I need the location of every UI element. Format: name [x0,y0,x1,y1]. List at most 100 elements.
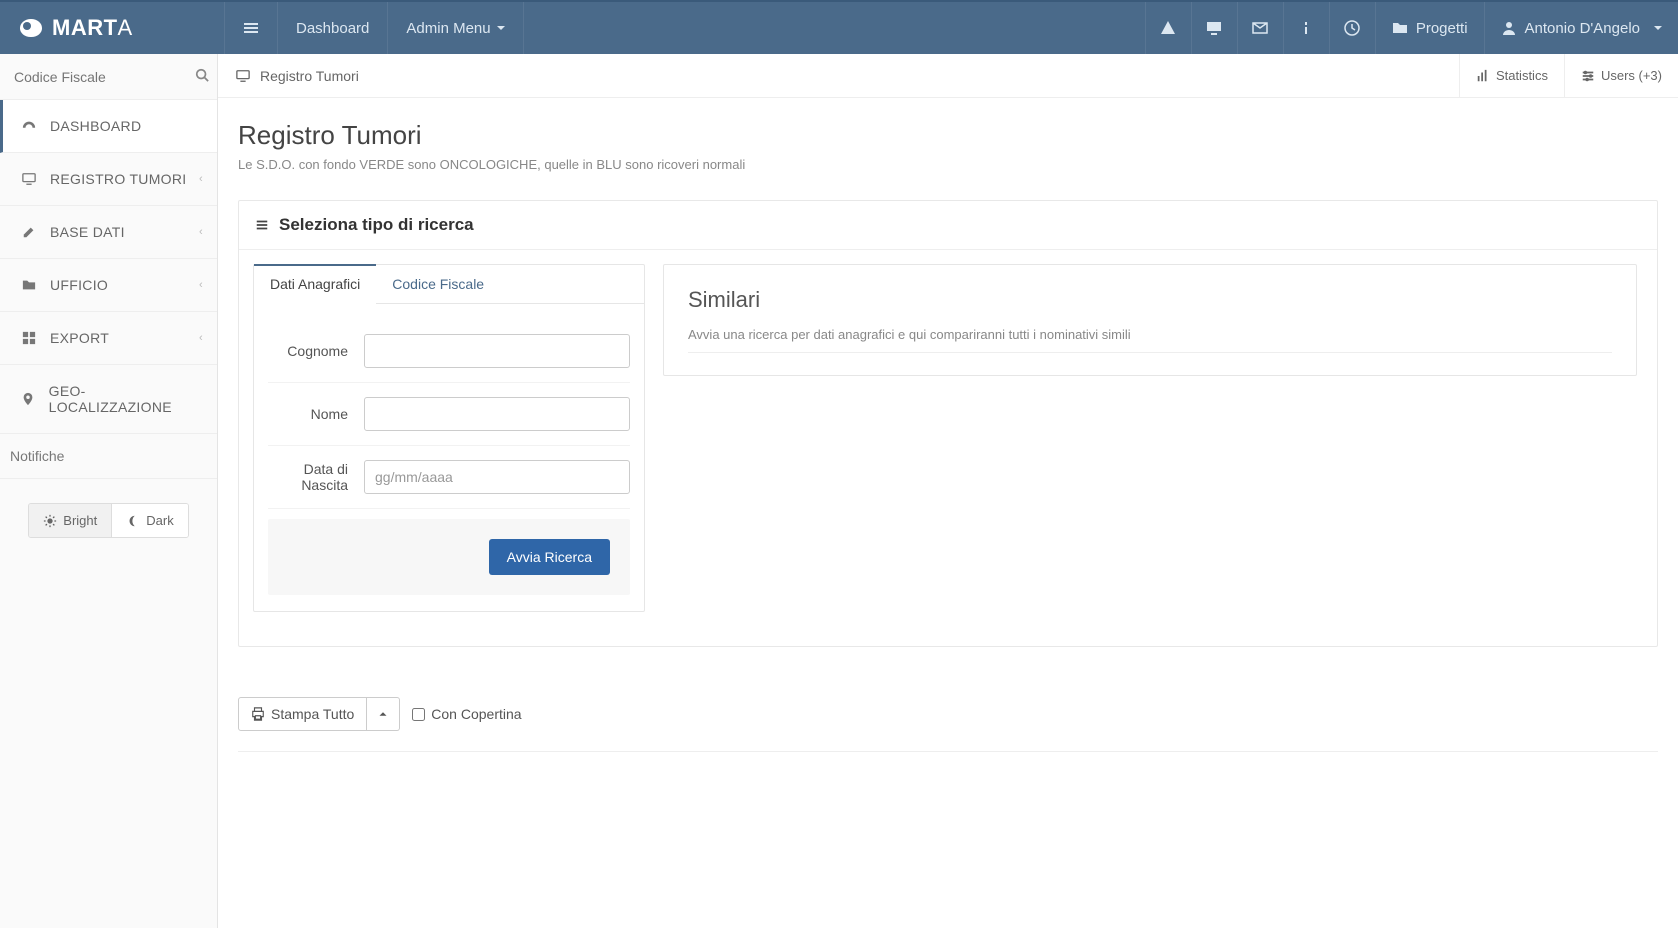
clock-icon [1344,20,1360,36]
nav-time[interactable] [1329,2,1375,54]
topbar-statistics-label: Statistics [1496,68,1548,83]
folder-open-icon [1392,20,1408,36]
sidebar-item-label: EXPORT [50,330,109,346]
brand-prefix: MART [52,15,118,40]
similari-title: Similari [688,287,1612,313]
brand[interactable]: MARTA [0,2,224,54]
cognome-input[interactable] [364,334,630,368]
sidebar-item-registro-tumori[interactable]: REGISTRO TUMORI ‹ [0,153,217,206]
print-icon [251,707,265,721]
monitor-icon [236,69,250,83]
similari-panel: Similari Avvia una ricerca per dati anag… [663,264,1637,376]
topbar-statistics[interactable]: Statistics [1459,54,1564,98]
sidebar-search-input[interactable] [14,69,195,85]
search-icon[interactable] [195,68,209,85]
chevron-left-icon: ‹ [199,173,203,185]
nav-alerts[interactable] [1145,2,1191,54]
dob-label: Data di Nascita [268,461,364,493]
breadcrumb: Registro Tumori [218,68,377,84]
sidebar-menu: DASHBOARD REGISTRO TUMORI ‹ BASE DATI ‹ … [0,100,217,434]
topbar-users-label: Users (+3) [1601,68,1662,83]
theme-dark-label: Dark [146,513,173,528]
pin-icon [18,392,39,406]
gauge-icon [18,119,40,133]
brand-suffix: A [118,15,133,40]
sidebar-item-ufficio[interactable]: UFFICIO ‹ [0,259,217,312]
search-form-card: Dati Anagrafici Codice Fiscale Cognome N… [253,264,645,612]
stampa-tutto-dropdown-button[interactable] [367,697,400,731]
search-panel-title: Seleziona tipo di ricerca [279,215,474,235]
avvia-ricerca-button[interactable]: Avvia Ricerca [489,539,610,575]
moon-icon [126,514,140,528]
page-header: Registro Tumori Le S.D.O. con fondo VERD… [218,98,1678,190]
monitor-icon [18,172,40,186]
info-icon [1298,20,1314,36]
top-navbar: MARTA Dashboard Admin Menu Progetti Anto… [0,0,1678,54]
nome-label: Nome [268,406,364,422]
search-panel: Seleziona tipo di ricerca Dati Anagrafic… [238,200,1658,647]
bars-icon [243,20,259,36]
sun-icon [43,514,57,528]
content-topbar: Registro Tumori Statistics Users (+3) [218,54,1678,98]
sidebar-item-dashboard[interactable]: DASHBOARD [0,100,217,153]
sliders-icon [1581,69,1595,83]
topbar-users[interactable]: Users (+3) [1564,54,1678,98]
tab-codice-fiscale[interactable]: Codice Fiscale [376,265,500,303]
user-icon [1501,20,1517,36]
nav-admin-menu[interactable]: Admin Menu [388,2,523,54]
con-copertina-label: Con Copertina [431,706,521,722]
sidebar-item-label: DASHBOARD [50,118,141,134]
page-subtitle: Le S.D.O. con fondo VERDE sono ONCOLOGIC… [238,157,1658,172]
nav-mail[interactable] [1237,2,1283,54]
nome-input[interactable] [364,397,630,431]
sidebar-toggle[interactable] [224,2,278,54]
chevron-left-icon: ‹ [199,279,203,291]
content: Registro Tumori Statistics Users (+3) Re… [218,54,1678,928]
chevron-left-icon: ‹ [199,332,203,344]
chevron-left-icon: ‹ [199,226,203,238]
stampa-tutto-label: Stampa Tutto [271,706,354,722]
barchart-icon [1476,69,1490,83]
search-panel-header: Seleziona tipo di ricerca [239,201,1657,250]
nav-info[interactable] [1283,2,1329,54]
sidebar-item-label: BASE DATI [50,224,125,240]
sidebar-item-label: GEO-LOCALIZZAZIONE [49,383,199,415]
sidebar-item-base-dati[interactable]: BASE DATI ‹ [0,206,217,259]
sidebar-search [0,54,217,100]
screen-icon [1206,20,1222,36]
warning-icon [1160,20,1176,36]
sidebar: DASHBOARD REGISTRO TUMORI ‹ BASE DATI ‹ … [0,54,218,928]
breadcrumb-label: Registro Tumori [260,68,359,84]
dob-input[interactable] [364,460,630,494]
con-copertina-checkbox[interactable] [412,708,425,721]
tab-dati-anagrafici[interactable]: Dati Anagrafici [254,265,376,303]
search-tabs: Dati Anagrafici Codice Fiscale [254,265,644,304]
brand-logo-icon [20,19,42,37]
sidebar-notifiche-heading: Notifiche [0,434,217,479]
nav-user-name: Antonio D'Angelo [1525,20,1640,37]
nav-dashboard[interactable]: Dashboard [278,2,388,54]
sidebar-item-label: REGISTRO TUMORI [50,171,186,187]
similari-hint: Avvia una ricerca per dati anagrafici e … [688,327,1612,353]
edit-icon [18,225,40,239]
theme-bright-button[interactable]: Bright [29,504,111,537]
sidebar-item-geo[interactable]: GEO-LOCALIZZAZIONE [0,365,217,434]
nav-progetti-label: Progetti [1416,20,1468,37]
theme-bright-label: Bright [63,513,97,528]
nav-progetti[interactable]: Progetti [1375,2,1484,54]
caret-up-icon [376,707,390,721]
grid-icon [18,331,40,345]
print-row: Stampa Tutto Con Copertina [238,677,1658,752]
folder-icon [18,278,40,292]
nav-display[interactable] [1191,2,1237,54]
nav-user-menu[interactable]: Antonio D'Angelo [1484,2,1678,54]
stampa-tutto-button[interactable]: Stampa Tutto [238,697,367,731]
mail-icon [1252,20,1268,36]
sidebar-item-label: UFFICIO [50,277,108,293]
page-title: Registro Tumori [238,120,1658,151]
sidebar-item-export[interactable]: EXPORT ‹ [0,312,217,365]
con-copertina-option[interactable]: Con Copertina [412,706,521,722]
theme-dark-button[interactable]: Dark [111,504,187,537]
cognome-label: Cognome [268,343,364,359]
list-icon [255,218,269,232]
